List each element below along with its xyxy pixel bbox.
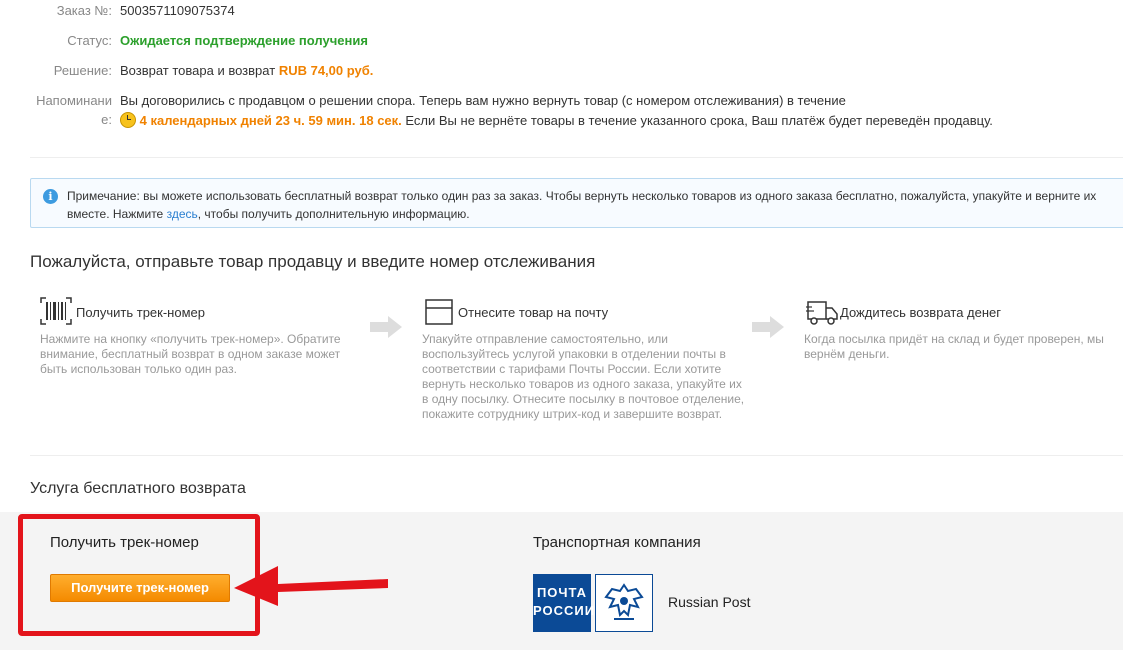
arrow-right-icon bbox=[752, 316, 784, 343]
step-2-desc: Упакуйте отправление самостоятельно, или… bbox=[422, 332, 745, 421]
reminder-line-1: Вы договорились с продавцом о решении сп… bbox=[120, 93, 846, 108]
clock-icon bbox=[120, 112, 136, 128]
carrier-title: Транспортная компания bbox=[533, 534, 701, 551]
box-icon bbox=[425, 299, 453, 330]
reminder-text-2: Если Вы не вернёте товары в течение указ… bbox=[405, 113, 993, 128]
notice-more-info-link[interactable]: здесь bbox=[167, 207, 198, 221]
status-label: Статус: bbox=[67, 33, 112, 48]
step-3-desc: Когда посылка придёт на склад и будет пр… bbox=[804, 332, 1104, 361]
carrier-name: Russian Post bbox=[668, 594, 751, 610]
free-return-notice: i Примечание: вы можете использовать бес… bbox=[30, 178, 1123, 228]
status-value: Ожидается подтверждение получения bbox=[120, 33, 368, 48]
reminder-line-2: 4 календарных дней 23 ч. 59 мин. 18 сек.… bbox=[120, 112, 993, 128]
decision-amount: RUB 74,00 руб. bbox=[278, 63, 374, 78]
truck-icon bbox=[806, 300, 838, 331]
arrow-right-icon bbox=[370, 316, 402, 343]
decision-prefix: Возврат товара и возврат bbox=[120, 63, 276, 78]
steps-heading: Пожалуйста, отправьте товар продавцу и в… bbox=[30, 252, 596, 271]
decision-label: Решение: bbox=[53, 63, 112, 78]
order-number-value: 5003571109075374 bbox=[120, 3, 235, 18]
eagle-emblem-icon bbox=[595, 574, 653, 632]
get-track-number-button[interactable]: Получите трек-номер bbox=[50, 574, 230, 602]
step-3-title: Дождитесь возврата денег bbox=[840, 305, 1002, 320]
logo-text-1: ПОЧТА bbox=[536, 585, 588, 600]
reminder-label-1: Напоминани bbox=[36, 93, 112, 108]
decision-value: Возврат товара и возврат RUB 74,00 руб. bbox=[120, 63, 373, 78]
divider bbox=[30, 455, 1123, 456]
order-number-label: Заказ №: bbox=[56, 3, 112, 18]
russian-post-logo: ПОЧТА РОССИИ bbox=[533, 574, 596, 632]
reminder-label-2: е: bbox=[101, 112, 112, 127]
step-1-title: Получить трек-номер bbox=[76, 305, 205, 320]
get-track-title: Получить трек-номер bbox=[50, 534, 199, 551]
divider bbox=[30, 157, 1123, 158]
step-2-title: Отнесите товар на почту bbox=[458, 305, 609, 320]
reminder-timer: 4 календарных дней 23 ч. 59 мин. 18 сек. bbox=[139, 113, 402, 128]
barcode-icon bbox=[40, 297, 72, 330]
step-1-desc: Нажмите на кнопку «получить трек-номер».… bbox=[40, 332, 341, 376]
notice-text: Примечание: вы можете использовать беспл… bbox=[67, 187, 1123, 223]
info-icon: i bbox=[43, 189, 58, 204]
red-arrow-icon bbox=[232, 562, 392, 615]
logo-text-2: РОССИИ bbox=[533, 603, 596, 618]
free-return-heading: Услуга бесплатного возврата bbox=[30, 480, 246, 497]
notice-text-after: , чтобы получить дополнительную информац… bbox=[197, 207, 470, 221]
